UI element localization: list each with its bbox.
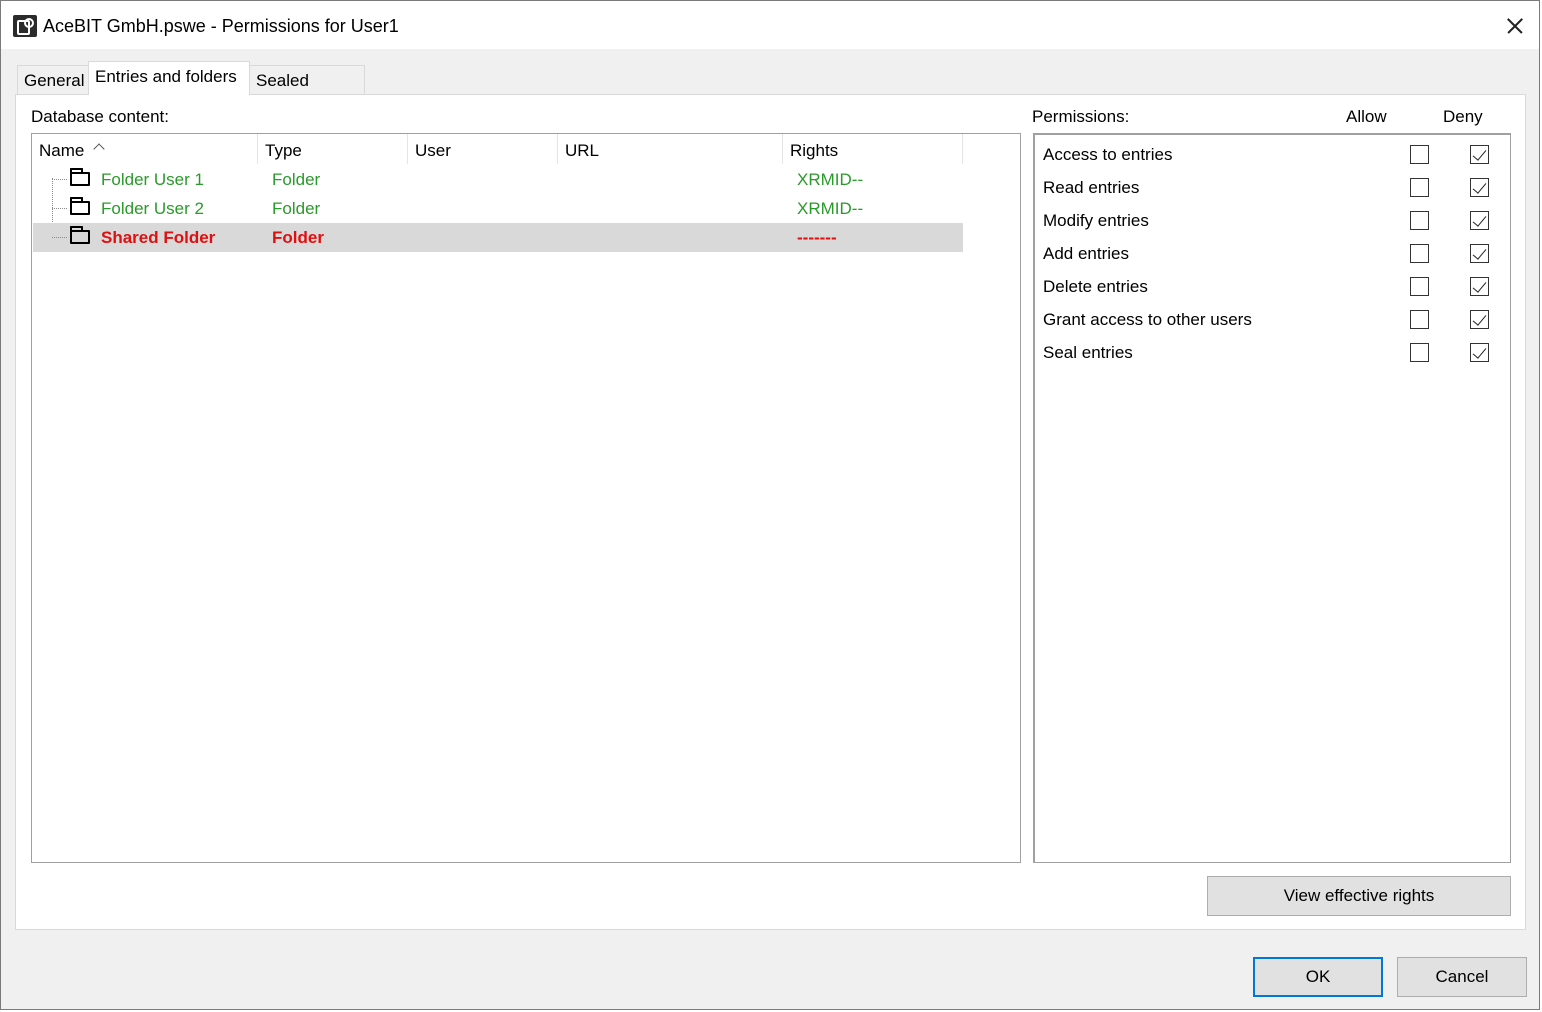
tab-entries-and-folders[interactable]: Entries and folders [88, 61, 250, 95]
tree-branch [52, 208, 67, 209]
close-icon[interactable] [1489, 1, 1539, 49]
permission-row-access: Access to entries [1035, 137, 1511, 170]
allow-column-label: Allow [1346, 107, 1387, 126]
permission-label: Delete entries [1043, 277, 1148, 296]
folder-icon [70, 168, 90, 186]
allow-checkbox[interactable] [1410, 310, 1429, 329]
row-type: Folder [272, 228, 324, 247]
table-row[interactable]: Folder User 1 Folder XRMID-- [33, 165, 963, 194]
permissions-list: Access to entries Read entries Modify en… [1033, 133, 1511, 863]
row-name: Shared Folder [101, 228, 216, 247]
row-type: Folder [272, 199, 321, 218]
allow-checkbox[interactable] [1410, 211, 1429, 230]
deny-checkbox[interactable] [1470, 178, 1489, 197]
folder-icon [70, 197, 90, 215]
deny-column-label: Deny [1443, 107, 1483, 126]
database-content-list[interactable]: Name Type User URL Rights Folder User 1 … [31, 133, 1021, 863]
allow-checkbox[interactable] [1410, 277, 1429, 296]
column-header-rights[interactable]: Rights [783, 134, 963, 164]
table-row[interactable]: Folder User 2 Folder XRMID-- [33, 194, 963, 223]
permission-label: Modify entries [1043, 211, 1149, 230]
deny-checkbox[interactable] [1470, 244, 1489, 263]
sort-ascending-icon [93, 143, 105, 155]
folder-icon [70, 226, 90, 244]
tree-branch [52, 179, 67, 180]
cancel-button[interactable]: Cancel [1397, 957, 1527, 997]
allow-checkbox[interactable] [1410, 145, 1429, 164]
deny-checkbox[interactable] [1470, 277, 1489, 296]
row-name: Folder User 2 [101, 199, 204, 218]
deny-checkbox[interactable] [1470, 211, 1489, 230]
permission-row-grant: Grant access to other users [1035, 302, 1511, 335]
database-content-label: Database content: [31, 107, 169, 126]
ok-button[interactable]: OK [1253, 957, 1383, 997]
view-effective-rights-button[interactable]: View effective rights [1207, 876, 1511, 916]
permissions-label: Permissions: [1032, 107, 1130, 126]
column-header-name-label: Name [39, 141, 85, 160]
permission-row-seal: Seal entries [1035, 335, 1511, 368]
deny-checkbox[interactable] [1470, 310, 1489, 329]
window-title: AceBIT GmbH.pswe - Permissions for User1 [43, 16, 399, 36]
tree-branch [52, 237, 67, 238]
tab-general[interactable]: General [17, 65, 89, 94]
tab-sealed-access[interactable]: Sealed access [249, 65, 365, 110]
permission-label: Add entries [1043, 244, 1129, 263]
row-rights: ------- [797, 228, 837, 247]
permission-row-modify: Modify entries [1035, 203, 1511, 236]
title-bar: AceBIT GmbH.pswe - Permissions for User1 [1, 1, 1539, 49]
row-rights: XRMID-- [797, 170, 864, 189]
app-key-icon [13, 15, 37, 37]
permission-label: Read entries [1043, 178, 1140, 197]
permission-label: Grant access to other users [1043, 310, 1252, 329]
row-name: Folder User 1 [101, 170, 204, 189]
permission-label: Access to entries [1043, 145, 1173, 164]
table-row-selected[interactable]: Shared Folder Folder ------- [33, 223, 963, 252]
deny-checkbox[interactable] [1470, 343, 1489, 362]
row-rights: XRMID-- [797, 199, 864, 218]
column-header-type[interactable]: Type [258, 134, 408, 164]
allow-checkbox[interactable] [1410, 178, 1429, 197]
allow-checkbox[interactable] [1410, 343, 1429, 362]
permission-row-read: Read entries [1035, 170, 1511, 203]
column-header-url[interactable]: URL [558, 134, 783, 164]
permissions-dialog: AceBIT GmbH.pswe - Permissions for User1… [0, 0, 1540, 1010]
permission-row-delete: Delete entries [1035, 269, 1511, 302]
permission-row-add: Add entries [1035, 236, 1511, 269]
allow-checkbox[interactable] [1410, 244, 1429, 263]
entries-and-folders-panel: Database content: Permissions: Allow Den… [15, 94, 1526, 930]
column-header-user[interactable]: User [408, 134, 558, 164]
column-header-name[interactable]: Name [32, 134, 258, 164]
deny-checkbox[interactable] [1470, 145, 1489, 164]
permission-label: Seal entries [1043, 343, 1133, 362]
row-type: Folder [272, 170, 321, 189]
